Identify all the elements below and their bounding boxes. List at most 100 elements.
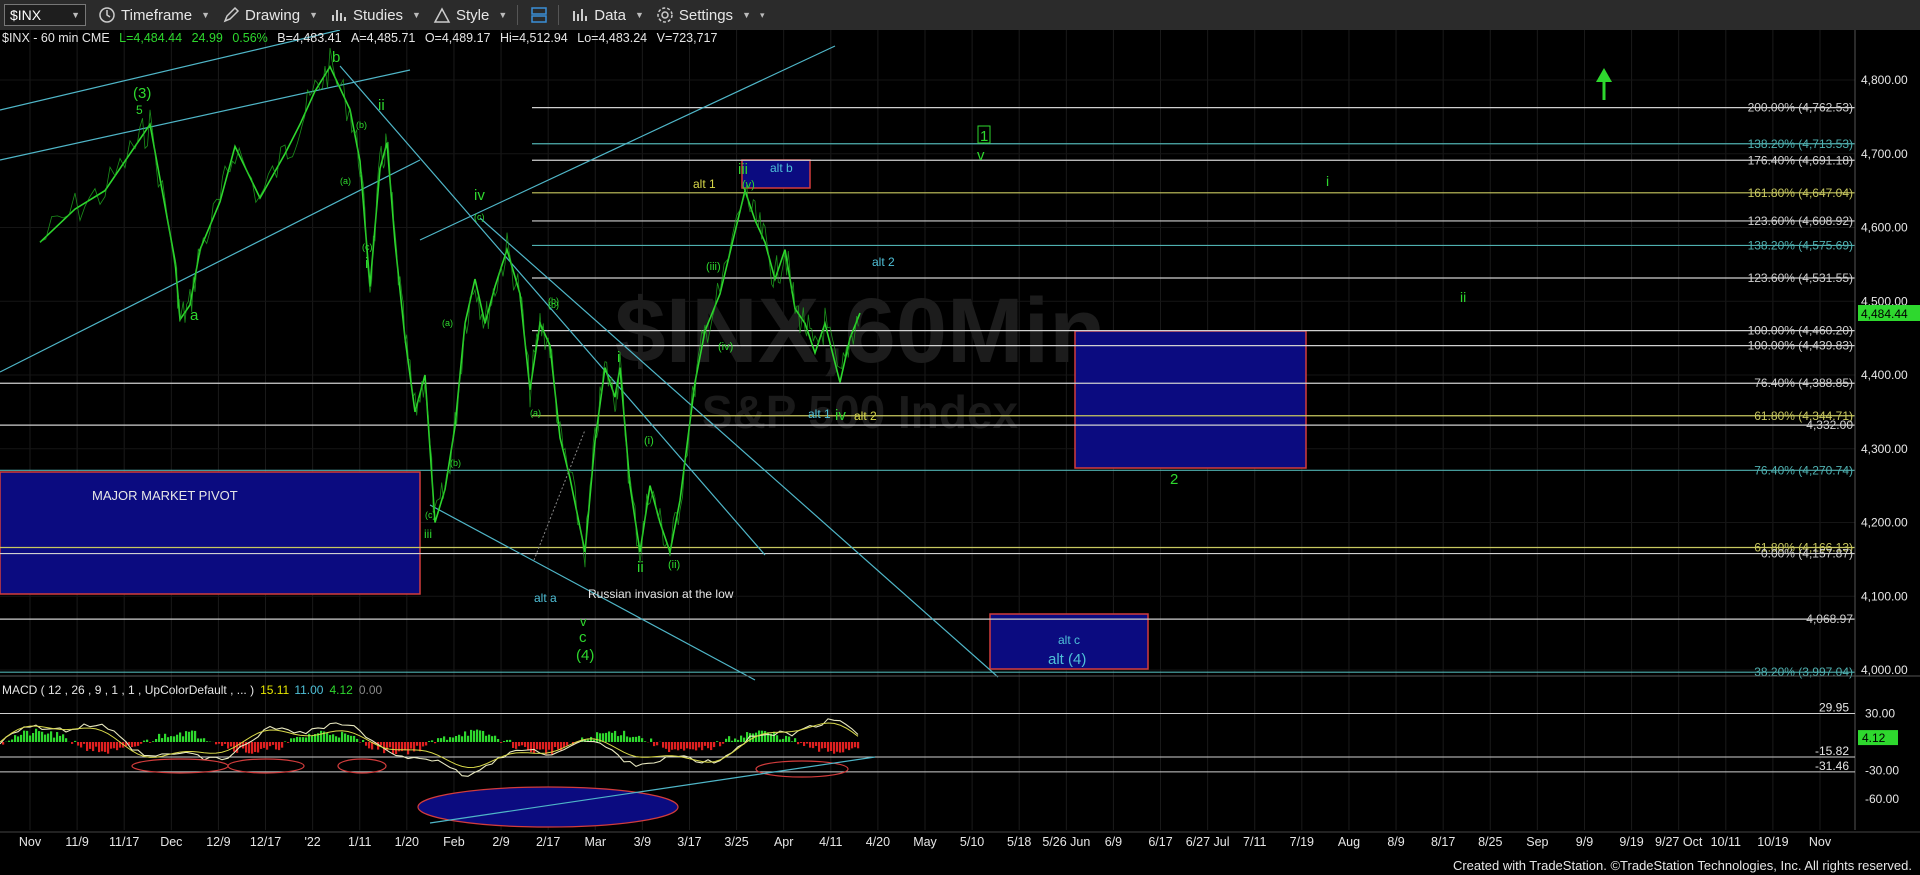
wave-label: (i) xyxy=(644,435,654,447)
macd-histogram-bar xyxy=(638,735,641,742)
macd-histogram-bar xyxy=(464,731,467,742)
macd-histogram-bar xyxy=(203,738,206,742)
macd-histogram-bar xyxy=(107,742,110,754)
data-menu[interactable]: Data ▼ xyxy=(571,6,644,24)
macd-histogram-bar xyxy=(515,742,518,749)
macd-histogram-bar xyxy=(185,731,188,742)
macd-histogram-bar xyxy=(29,735,32,742)
macd-histogram-bar xyxy=(815,742,818,746)
macd-histogram-bar xyxy=(251,742,254,754)
macd-histogram-bar xyxy=(686,742,689,749)
macd-histogram-bar xyxy=(302,737,305,742)
macd-histogram-bar xyxy=(86,742,89,751)
macd-histogram-bar xyxy=(623,730,626,742)
drawing-menu[interactable]: Drawing ▼ xyxy=(222,6,318,24)
macd-histogram-bar xyxy=(629,737,632,742)
macd-histogram-bar xyxy=(533,742,536,754)
macd-histogram-bar xyxy=(200,738,203,742)
macd-histogram-bar xyxy=(707,742,710,749)
macd-histogram-bar xyxy=(497,739,500,742)
macd-histogram-bar xyxy=(737,739,740,742)
macd-histogram-bar xyxy=(134,742,137,747)
wave-label: (c) xyxy=(362,242,373,252)
style-menu[interactable]: Style ▼ xyxy=(433,6,507,24)
macd-zero-value: 0.00 xyxy=(359,683,383,697)
macd-histogram-bar xyxy=(284,741,287,742)
quote-volume: V=723,717 xyxy=(656,31,718,45)
macd-histogram-bar xyxy=(527,742,530,751)
divergence-ellipse xyxy=(417,786,679,828)
macd-histogram-bar xyxy=(299,737,302,742)
macd-histogram-bar xyxy=(803,742,806,747)
macd-histogram-bar xyxy=(854,742,857,748)
macd-histogram-bar xyxy=(155,739,158,742)
macd-histogram-bar xyxy=(710,742,713,751)
overflow-caret-icon: ▾ xyxy=(759,9,765,20)
wave-label: ii xyxy=(637,559,644,576)
macd-histogram-bar xyxy=(779,739,782,742)
quote-bid: B=4,483.41 xyxy=(277,31,342,45)
price-tick-label: 4,400.00 xyxy=(1861,368,1908,382)
macd-histogram-bar xyxy=(503,740,506,742)
macd-histogram-bar xyxy=(197,738,200,742)
quote-info-bar: $INX - 60 min CME L=4,484.44 24.99 0.56%… xyxy=(2,31,717,45)
macd-histogram-bar xyxy=(650,738,653,742)
macd-histogram-bar xyxy=(845,742,848,749)
symbol-selector[interactable]: $INX ▼ xyxy=(4,4,86,26)
macd-histogram-bar xyxy=(500,742,503,743)
quote-last: L=4,484.44 xyxy=(119,31,183,45)
macd-histogram-bar xyxy=(407,742,410,755)
macd-histogram-bar xyxy=(806,742,809,744)
fib-label: 176.40% (4,691.18) xyxy=(1748,153,1853,167)
macd-histogram-bar xyxy=(434,742,437,744)
macd-histogram-bar xyxy=(743,737,746,742)
style-label: Style xyxy=(455,6,490,24)
alt-label: alt 2 xyxy=(854,409,877,423)
chart-area[interactable]: $INX,60Min S&P 500 Index MAJOR MARKET PI… xyxy=(0,30,1920,857)
studies-label: Studies xyxy=(353,6,404,24)
macd-histogram-bar xyxy=(701,742,704,751)
date-tick-label: 6/9 xyxy=(1105,835,1122,849)
macd-level-label: -15.82 xyxy=(1815,744,1849,758)
macd-histogram-bar xyxy=(350,735,353,742)
wave-label: a xyxy=(190,307,199,324)
wave-label: (a) xyxy=(442,318,453,328)
chevron-down-icon: ▼ xyxy=(634,10,644,20)
date-tick-label: 10/11 xyxy=(1711,835,1741,849)
date-tick-label: 3/9 xyxy=(634,835,651,849)
date-tick-label: 5/10 xyxy=(960,835,984,849)
macd-histogram-bar xyxy=(71,742,74,744)
quote-low: Lo=4,483.24 xyxy=(577,31,648,45)
timeframe-menu[interactable]: Timeframe ▼ xyxy=(98,6,210,24)
macd-histogram-bar xyxy=(632,736,635,742)
macd-histogram-bar xyxy=(395,742,398,755)
macd-histogram-bar xyxy=(677,742,680,751)
macd-histogram-bar xyxy=(149,742,152,743)
macd-histogram-bar xyxy=(74,740,77,742)
macd-histogram-bar xyxy=(338,737,341,742)
macd-histogram-bar xyxy=(404,742,407,751)
wave-label: iii xyxy=(738,161,748,178)
layout-button[interactable] xyxy=(530,6,548,24)
macd-histogram-bar xyxy=(59,735,62,742)
macd-histogram-bar xyxy=(809,742,812,748)
macd-histogram-bar xyxy=(848,742,851,751)
macd-histogram-bar xyxy=(614,730,617,742)
macd-histogram-bar xyxy=(248,742,251,754)
macd-histogram-bar xyxy=(698,742,701,748)
wave-2-target-box[interactable] xyxy=(1074,330,1307,469)
wave-label: v xyxy=(580,614,587,629)
macd-level-label: -31.46 xyxy=(1815,759,1849,773)
date-tick-label: Nov xyxy=(1809,835,1832,849)
macd-histogram-bar xyxy=(215,742,218,745)
wave-label: i xyxy=(365,255,368,272)
macd-histogram-bar xyxy=(722,742,725,744)
studies-menu[interactable]: Studies ▼ xyxy=(330,6,421,24)
layout-icon xyxy=(531,7,547,23)
chevron-down-icon: ▼ xyxy=(742,10,751,20)
macd-histogram-bar xyxy=(728,736,731,742)
settings-menu[interactable]: Settings ▼ ▾ xyxy=(656,6,765,24)
macd-histogram-bar xyxy=(206,741,209,742)
date-tick-label: 4/11 xyxy=(819,835,842,849)
alt-label: alt 1 xyxy=(808,407,831,421)
